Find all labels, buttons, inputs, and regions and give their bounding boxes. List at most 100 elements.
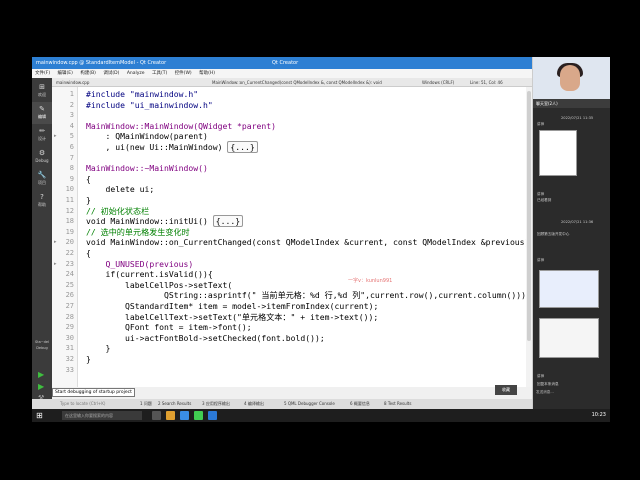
- mode-label: 项目: [38, 180, 46, 185]
- code-line: ui->actFontBold->setChecked(font.bold())…: [86, 332, 325, 343]
- chat-sender: 讲师: [537, 192, 545, 196]
- line-number: 28: [65, 312, 74, 321]
- encoding-label: Windows (CRLF): [422, 80, 455, 85]
- build-mode-label: Debug: [36, 346, 48, 350]
- screen: mainwindow.cpp @ StandardItemModel - Qt …: [0, 0, 640, 480]
- desktop: mainwindow.cpp @ StandardItemModel - Qt …: [32, 57, 610, 422]
- tab-issues[interactable]: 1 问题: [140, 399, 152, 409]
- code-text: , ui(new Ui::MainWindow): [86, 142, 223, 152]
- cursor-position: Line: 51, Col: 46: [470, 80, 503, 85]
- kit-label[interactable]: Sta~del: [32, 340, 52, 344]
- menu-build[interactable]: 构建(B): [80, 71, 96, 76]
- line-number: 22: [65, 249, 74, 257]
- line-number: 26: [65, 291, 74, 300]
- code-line: {: [86, 248, 91, 258]
- menu-edit[interactable]: 编辑(E): [58, 71, 73, 76]
- mode-help[interactable]: ? 帮助: [32, 190, 52, 212]
- tab-test-results[interactable]: 8 Test Results: [384, 399, 411, 409]
- scroll-thumb[interactable]: [527, 91, 531, 341]
- line-number: 24: [65, 270, 74, 279]
- menu-tools[interactable]: 工具(T): [152, 71, 167, 76]
- title-bar: mainwindow.cpp @ StandardItemModel - Qt …: [32, 57, 532, 69]
- grid-icon: ⊞: [39, 83, 45, 91]
- qt-creator-window: mainwindow.cpp @ StandardItemModel - Qt …: [32, 57, 532, 409]
- mode-label: 欢迎: [38, 92, 46, 97]
- menu-debug[interactable]: 调试(D): [103, 71, 119, 76]
- tab-qml-console[interactable]: 5 QML Debugger Console: [284, 399, 335, 409]
- windows-start-icon[interactable]: ⊞: [36, 411, 45, 420]
- code-comment: // 初始化状态栏: [86, 205, 150, 216]
- fold-marker-icon[interactable]: ▸: [54, 237, 57, 248]
- collapsed-block[interactable]: {...}: [227, 141, 258, 153]
- shared-screenshot-image[interactable]: [539, 130, 577, 176]
- code-line: {: [86, 173, 91, 184]
- code-line: }: [86, 195, 91, 205]
- chat-panel: 聊天室(2人) 讲师 2022/07/21 11:35 讲师 已经看到 2022…: [532, 57, 610, 409]
- line-number: 7: [69, 153, 74, 162]
- presenter-face: [560, 65, 580, 91]
- fold-marker-icon[interactable]: ▸: [54, 131, 57, 142]
- line-number: 31: [65, 344, 74, 353]
- chat-input[interactable]: 发送消息...: [533, 387, 610, 409]
- line-number: 8: [69, 164, 74, 173]
- mode-edit[interactable]: ✎ 编辑: [32, 102, 52, 124]
- run-icon[interactable]: ▶: [38, 370, 44, 379]
- code-comment: // 选中的单元格发生变化时: [86, 226, 190, 237]
- clock: 10:23: [591, 412, 606, 418]
- fold-marker-icon[interactable]: ▸: [54, 259, 57, 270]
- mode-sidebar: ⊞ 欢迎 ✎ 编辑 ✏ 设计 ⚙ Debug 🔧 项目 ? 帮助 Sta~del…: [32, 78, 52, 409]
- collapsed-block[interactable]: {...}: [212, 215, 244, 228]
- task-view-icon[interactable]: [152, 411, 161, 420]
- code-line: : QMainWindow(parent): [86, 131, 208, 142]
- code-line: if(current.isValid()){: [86, 269, 213, 280]
- code-line: MainWindow::MainWindow(QWidget *parent): [86, 120, 277, 131]
- line-number: 32: [65, 355, 74, 363]
- editor-toolbar: mainwindow.cpp MainWindow::on_CurrentCha…: [52, 78, 532, 87]
- popup-button[interactable]: 收藏: [495, 385, 517, 395]
- menu-file[interactable]: 文件(F): [35, 71, 50, 76]
- function-selector[interactable]: MainWindow::on_CurrentChanged(const QMod…: [212, 78, 382, 87]
- meeting-app-icon[interactable]: [208, 411, 217, 420]
- file-explorer-icon[interactable]: [166, 411, 175, 420]
- locator-input[interactable]: Type to locate (Ctrl+K): [60, 399, 105, 409]
- chat-sender: 讲师: [537, 258, 545, 262]
- watermark-text: 一字v：kunlun991: [348, 278, 393, 284]
- code-line: labelCellText->setText("单元格文本：" + item->…: [86, 311, 379, 322]
- shared-screenshot-image[interactable]: [539, 270, 599, 308]
- tab-summary[interactable]: 6 概要信息: [350, 399, 370, 409]
- line-number: 29: [65, 323, 74, 332]
- qt-creator-icon[interactable]: [194, 411, 203, 420]
- tab-app-output[interactable]: 3 应用程序输出: [202, 399, 230, 409]
- menu-controls[interactable]: 控件(W): [175, 71, 192, 76]
- line-number: 6: [69, 143, 74, 151]
- center-title: Qt Creator: [272, 60, 299, 66]
- line-number: 9: [69, 174, 74, 183]
- mode-welcome[interactable]: ⊞ 欢迎: [32, 80, 52, 102]
- mode-design[interactable]: ✏ 设计: [32, 124, 52, 146]
- mode-projects[interactable]: 🔧 项目: [32, 168, 52, 190]
- mode-label: 帮助: [38, 202, 46, 207]
- menu-help[interactable]: 帮助(H): [199, 71, 215, 76]
- line-number: 25: [65, 280, 74, 289]
- code-line: labelCellPos->setText(: [86, 279, 233, 290]
- debug-run-icon[interactable]: ▶: [38, 382, 44, 391]
- pencil-icon: ✏: [39, 127, 45, 135]
- output-pane-tabs: Type to locate (Ctrl+K) 1 问题 2 Search Re…: [32, 399, 532, 409]
- chat-sender: 讲师: [537, 122, 545, 126]
- line-number: 3: [69, 111, 74, 120]
- browser-icon[interactable]: [180, 411, 189, 420]
- code-line: }: [86, 354, 91, 364]
- wrench-icon: 🔧: [37, 171, 47, 179]
- open-file-tab[interactable]: mainwindow.cpp: [56, 78, 89, 87]
- chat-timestamp: 2022/07/21 11:35: [561, 116, 594, 120]
- help-icon: ?: [40, 193, 44, 201]
- code-editor[interactable]: 1 2 3 4 5 6 7 8 9 10 11 12 18 19 20 22 2…: [52, 87, 532, 387]
- shared-screenshot-image[interactable]: [539, 318, 599, 358]
- chat-header: 聊天室(2人): [533, 99, 610, 108]
- tab-compile-output[interactable]: 4 编译输出: [244, 399, 264, 409]
- mode-debug[interactable]: ⚙ Debug: [32, 146, 52, 168]
- tab-search-results[interactable]: 2 Search Results: [158, 399, 191, 409]
- menu-analyze[interactable]: Analyze: [127, 71, 145, 76]
- taskbar-search[interactable]: 在这里输入你要搜索的内容: [62, 411, 142, 420]
- code-line: MainWindow::~MainWindow(): [86, 163, 208, 174]
